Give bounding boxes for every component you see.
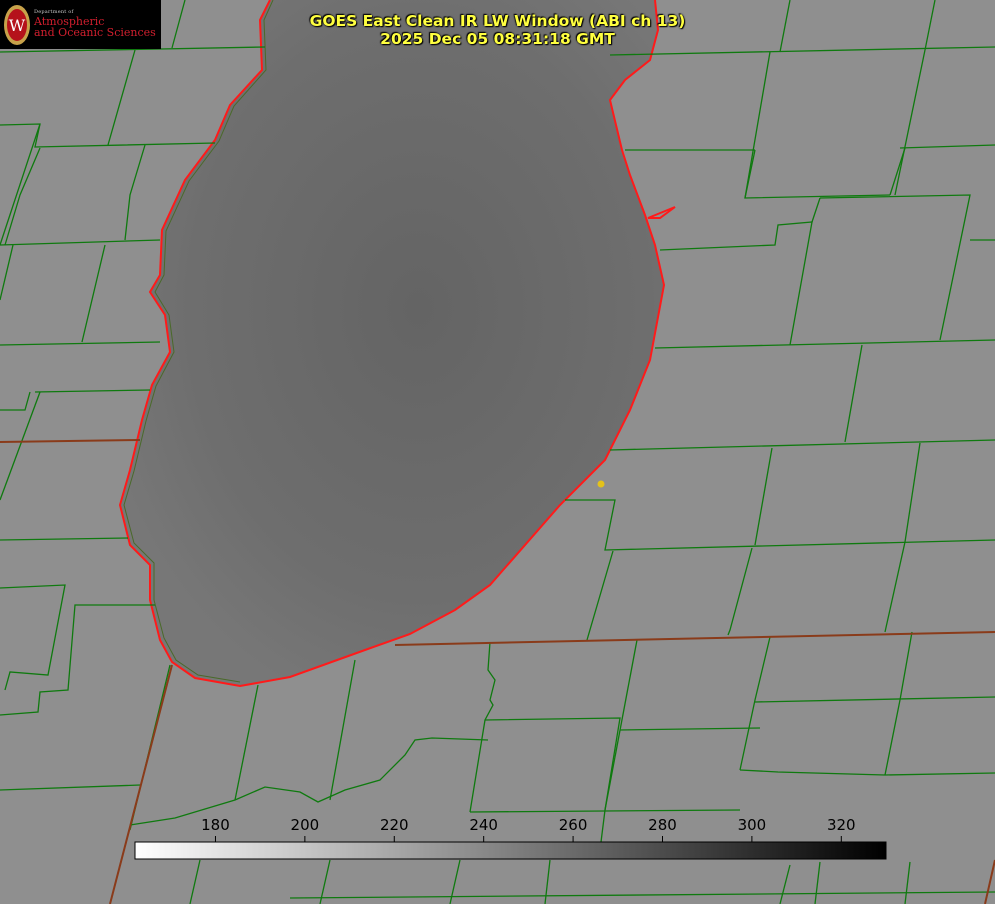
logo-line-oceanic: and Oceanic Sciences [34,26,156,40]
logo-text: Department of Atmospheric and Oceanic Sc… [34,10,156,40]
satellite-map [0,0,995,904]
university-logo: W Department of Atmospheric and Oceanic … [0,0,161,49]
crest-letter: W [9,16,26,35]
satellite-viewer: W Department of Atmospheric and Oceanic … [0,0,995,904]
location-dot-icon [597,480,605,488]
wisconsin-crest-icon: W [4,4,30,45]
